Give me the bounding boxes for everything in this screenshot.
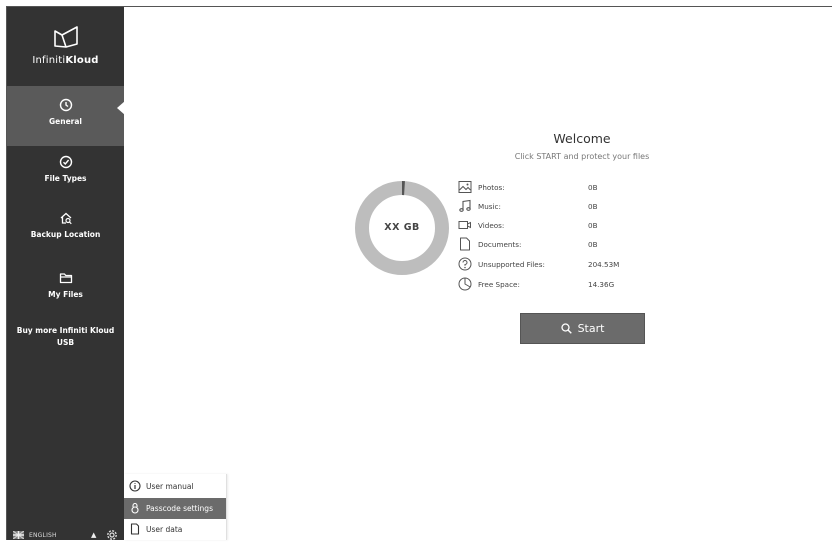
check-circle-icon [59, 155, 73, 169]
menu-item-label: User manual [146, 482, 194, 491]
stat-value: 0B [588, 183, 598, 192]
language-label: ENGLISH [29, 532, 57, 539]
sidebar: InfinitiKloud General File Types [7, 7, 124, 540]
sidebar-item-file-types[interactable]: File Types [7, 147, 124, 207]
stat-row-documents: Documents: 0B [458, 237, 658, 255]
stat-name: Unsupported Files: [478, 260, 545, 269]
clock-icon [59, 98, 73, 112]
storage-total-label: XX GB [354, 222, 450, 233]
start-button-label: Start [578, 322, 605, 335]
stat-name: Free Space: [478, 280, 520, 289]
video-icon [458, 218, 472, 232]
pie-icon [458, 277, 472, 291]
info-icon [129, 480, 141, 492]
image-icon [458, 180, 472, 194]
caret-up-icon: ▲ [91, 531, 96, 539]
stat-name: Documents: [478, 240, 521, 249]
stat-row-music: Music: 0B [458, 199, 658, 217]
stat-value: 0B [588, 202, 598, 211]
stat-value: 0B [588, 240, 598, 249]
stat-value: 204.53M [588, 260, 619, 269]
stat-value: 0B [588, 221, 598, 230]
logo-icon [52, 25, 80, 49]
sidebar-item-label: General [7, 117, 124, 126]
question-icon [458, 257, 472, 271]
page-title: Welcome [532, 131, 632, 146]
sidebar-item-general[interactable]: General [7, 86, 124, 146]
stat-name: Photos: [478, 183, 505, 192]
home-search-icon [59, 211, 73, 225]
document-icon [129, 523, 141, 535]
music-icon [458, 199, 472, 213]
stat-name: Videos: [478, 221, 504, 230]
menu-item-user-manual[interactable]: User manual [124, 476, 226, 497]
sidebar-item-label: File Types [7, 174, 124, 183]
stat-value: 14.36G [588, 280, 614, 289]
search-icon [561, 323, 572, 334]
menu-item-passcode-settings[interactable]: Passcode settings [124, 498, 226, 519]
sidebar-item-my-files[interactable]: My Files [7, 263, 124, 323]
document-icon [458, 237, 472, 251]
sidebar-item-backup-location[interactable]: Backup Location [7, 203, 124, 263]
sidebar-item-label: Backup Location [7, 230, 124, 239]
stat-name: Music: [478, 202, 501, 211]
start-button[interactable]: Start [520, 313, 645, 344]
stat-row-unsupported-files: Unsupported Files: 204.53M [458, 257, 658, 275]
menu-item-user-data[interactable]: User data [124, 519, 226, 540]
menu-item-label: User data [146, 525, 182, 534]
buy-more-link[interactable]: Buy more Infiniti Kloud USB [15, 325, 116, 349]
sidebar-item-label: My Files [7, 290, 124, 299]
stat-row-photos: Photos: 0B [458, 180, 658, 198]
app-name: InfinitiKloud [7, 55, 124, 66]
uk-flag-icon [13, 531, 24, 539]
folder-icon [59, 271, 73, 285]
app-logo: InfinitiKloud [7, 25, 124, 66]
lock-icon [129, 502, 141, 514]
menu-item-label: Passcode settings [146, 504, 213, 513]
page-subtitle: Click START and protect your files [492, 152, 672, 161]
settings-menu: User manual Passcode settings User data [124, 474, 227, 540]
active-pointer [117, 101, 125, 115]
stat-row-videos: Videos: 0B [458, 218, 658, 236]
stat-row-free-space: Free Space: 14.36G [458, 277, 658, 295]
